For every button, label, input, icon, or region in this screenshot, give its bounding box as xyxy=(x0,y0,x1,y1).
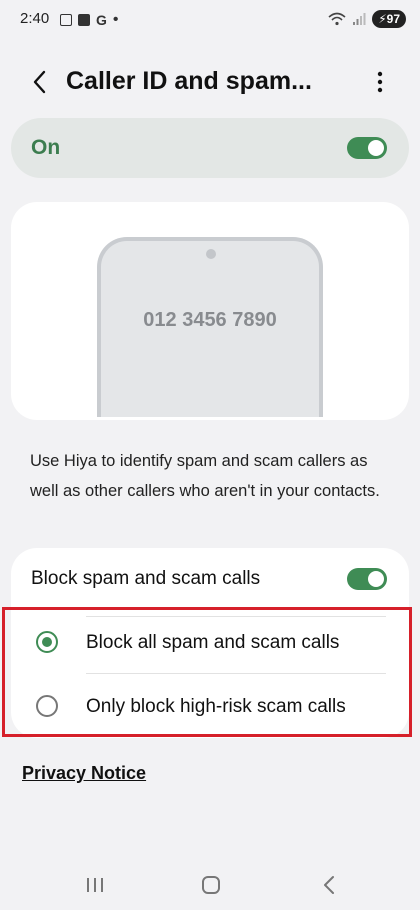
dot-icon: • xyxy=(112,11,119,28)
master-switch-label: On xyxy=(31,136,61,159)
block-spam-label: Block spam and scam calls xyxy=(31,568,261,589)
google-icon: G xyxy=(96,12,107,28)
recent-apps-icon[interactable] xyxy=(86,877,104,893)
page-title: Caller ID and spam... xyxy=(66,67,312,95)
privacy-notice-link[interactable]: Privacy Notice xyxy=(22,763,146,784)
signal-icon xyxy=(353,13,366,25)
camera-dot xyxy=(206,249,216,259)
navigation-bar xyxy=(0,860,420,910)
status-right: ⚡97 xyxy=(328,10,406,28)
wifi-icon xyxy=(328,12,346,26)
screenshot-icon xyxy=(60,14,72,26)
phone-illustration: 012 3456 7890 xyxy=(97,237,323,417)
master-switch-bar[interactable]: On xyxy=(11,118,409,178)
back-arrow-icon[interactable] xyxy=(30,69,50,95)
battery-level: 97 xyxy=(386,12,400,26)
checkbox-icon xyxy=(78,14,90,26)
status-bar: 2:40 G • ⚡97 xyxy=(0,0,420,40)
app-bar: Caller ID and spam... xyxy=(0,55,420,111)
more-options-icon[interactable] xyxy=(368,67,392,97)
status-time: 2:40 xyxy=(20,10,50,27)
home-icon[interactable] xyxy=(202,876,220,894)
highlight-box xyxy=(2,607,412,737)
master-toggle[interactable] xyxy=(347,137,387,159)
battery-indicator: ⚡97 xyxy=(372,10,406,28)
nav-back-icon[interactable] xyxy=(322,875,336,895)
illustration-card: 012 3456 7890 xyxy=(11,202,409,420)
block-spam-toggle[interactable] xyxy=(347,568,387,590)
description-text: Use Hiya to identify spam and scam calle… xyxy=(30,452,380,500)
notification-icons: G • xyxy=(60,11,119,29)
phone-number: 012 3456 7890 xyxy=(143,309,277,331)
